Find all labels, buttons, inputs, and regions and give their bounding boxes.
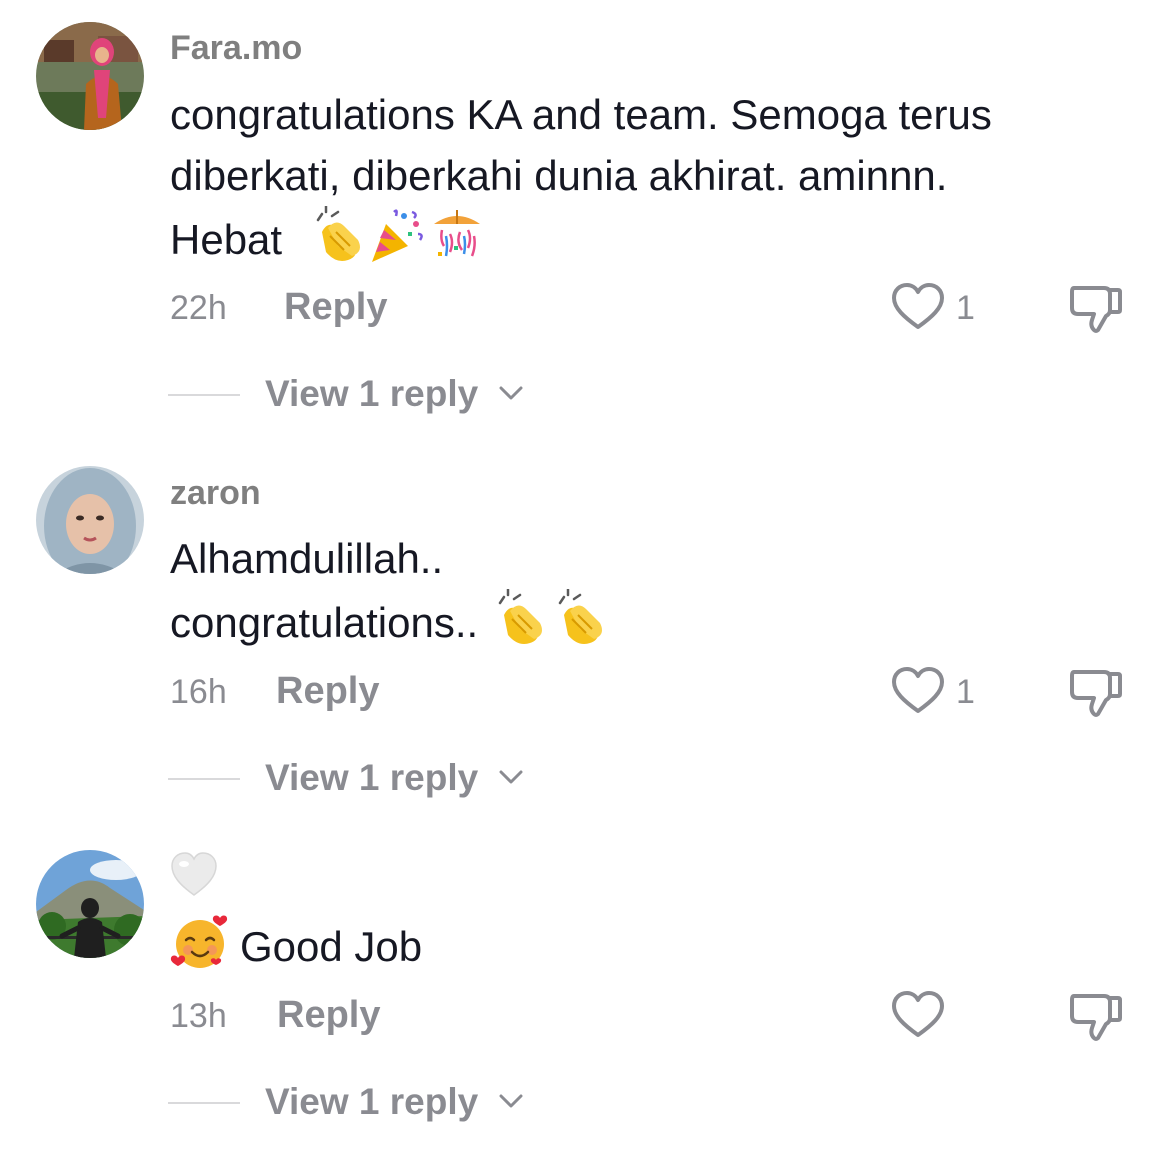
avatar[interactable] (36, 22, 144, 130)
chevron-down-icon (499, 386, 523, 400)
comment-text-fragment: Hebat (170, 216, 283, 264)
thumbs-down-outline-icon (1070, 670, 1122, 717)
chevron-down-icon (499, 1094, 523, 1108)
confetti-ball-emoji (428, 206, 486, 280)
comment-username[interactable] (170, 852, 218, 907)
comment-text: Good Job (170, 912, 1130, 988)
party-popper-emoji (368, 206, 426, 280)
comment-username[interactable]: Fara.mo (170, 28, 302, 68)
comment-text-fragment: Good Job (240, 923, 423, 971)
like-button[interactable] (890, 666, 946, 716)
white-heart-emoji (171, 852, 217, 896)
clapping-hands-emoji (550, 587, 608, 663)
reply-button[interactable]: Reply (277, 994, 380, 1036)
comment-timestamp: 16h (170, 673, 227, 711)
comment-text: Alhamdulillah.. congratulations.. (170, 528, 1130, 663)
heart-outline-icon (892, 991, 944, 1037)
comment-actions: 16h Reply 1 (170, 666, 1130, 718)
view-replies-label: View 1 reply (265, 1081, 479, 1122)
comment-text-line: Alhamdulillah.. (170, 535, 444, 582)
divider-line (168, 1102, 240, 1104)
comment-text-line: congratulations KA and team. Semoga teru… (170, 91, 992, 138)
view-replies-button[interactable]: View 1 reply (168, 370, 568, 418)
comment-timestamp: 22h (170, 289, 227, 327)
avatar-photo (36, 22, 144, 130)
view-replies-button[interactable]: View 1 reply (168, 1078, 568, 1126)
divider-line (168, 394, 240, 396)
clapping-hands-emoji (490, 587, 548, 663)
heart-outline-icon (892, 667, 944, 713)
heart-outline-icon (892, 283, 944, 329)
comment-text: congratulations KA and team. Semoga teru… (170, 84, 1130, 280)
thumbs-down-outline-icon (1070, 286, 1122, 333)
avatar-photo (36, 850, 144, 958)
dislike-button[interactable] (1068, 990, 1124, 1042)
divider-line (168, 778, 240, 780)
avatar[interactable] (36, 850, 144, 958)
smiling-face-with-hearts-emoji (170, 912, 230, 988)
reply-button[interactable]: Reply (276, 670, 379, 712)
comment-timestamp: 13h (170, 997, 227, 1035)
like-button[interactable] (890, 282, 946, 332)
comment-text-line: Good Job (170, 912, 1130, 988)
comment-actions: 13h Reply (170, 990, 1130, 1042)
avatar-photo (36, 466, 144, 574)
comment-text-line: Hebat (170, 204, 1130, 280)
view-replies-label: View 1 reply (265, 373, 479, 414)
comment-text-fragment: congratulations.. (170, 599, 479, 647)
reply-button[interactable]: Reply (284, 286, 387, 328)
dislike-button[interactable] (1068, 282, 1124, 334)
like-count: 1 (956, 673, 975, 711)
comment-text-line: congratulations.. (170, 587, 1130, 663)
clapping-hands-emoji (308, 204, 366, 280)
like-count: 1 (956, 289, 975, 327)
comment-actions: 22h Reply 1 (170, 282, 1130, 334)
view-replies-label: View 1 reply (265, 757, 479, 798)
comment-text-line: diberkati, diberkahi dunia akhirat. amin… (170, 152, 948, 199)
view-replies-button[interactable]: View 1 reply (168, 754, 568, 802)
thumbs-down-outline-icon (1070, 994, 1122, 1041)
dislike-button[interactable] (1068, 666, 1124, 718)
comment-username[interactable]: zaron (170, 473, 261, 513)
like-button[interactable] (890, 990, 946, 1040)
chevron-down-icon (499, 770, 523, 784)
avatar[interactable] (36, 466, 144, 574)
